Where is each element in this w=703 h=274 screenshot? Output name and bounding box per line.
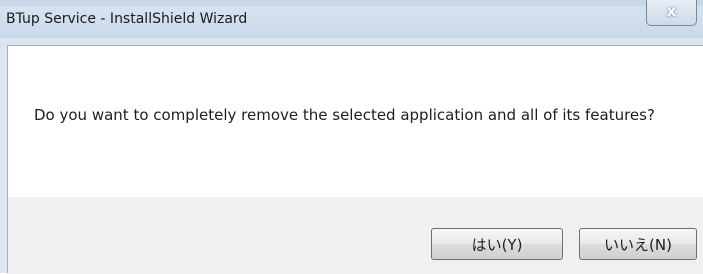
button-bar: はい(Y) いいえ(N) [8,197,703,274]
dialog-client-area: Do you want to completely remove the sel… [7,45,703,274]
no-button[interactable]: いいえ(N) [579,228,697,260]
installshield-dialog: BTup Service - InstallShield Wizard x Do… [0,0,703,274]
close-button[interactable]: x [646,0,697,26]
close-icon: x [666,2,677,20]
window-title: BTup Service - InstallShield Wizard [6,11,248,27]
confirmation-message: Do you want to completely remove the sel… [34,106,655,124]
yes-button[interactable]: はい(Y) [431,228,563,260]
title-bar[interactable]: BTup Service - InstallShield Wizard x [0,0,703,38]
